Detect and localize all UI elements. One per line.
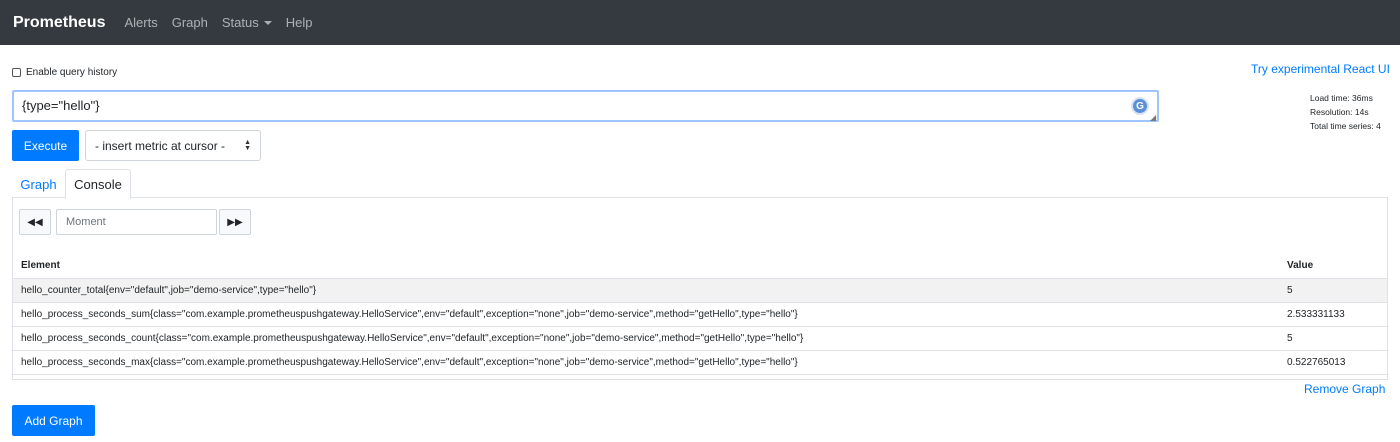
nav-help[interactable]: Help bbox=[286, 15, 313, 30]
table-row: hello_process_seconds_max{class="com.exa… bbox=[13, 350, 1387, 375]
table-row: hello_process_seconds_count{class="com.e… bbox=[13, 326, 1387, 351]
tab-console[interactable]: Console bbox=[65, 169, 131, 199]
row-element: hello_counter_total{env="default",job="d… bbox=[13, 278, 1280, 303]
brand-logo[interactable]: Prometheus bbox=[13, 14, 105, 32]
insert-metric-label: - insert metric at cursor - bbox=[95, 138, 226, 153]
column-element: Element bbox=[13, 253, 1280, 279]
grammarly-icon[interactable]: G bbox=[1131, 97, 1149, 115]
react-ui-link[interactable]: Try experimental React UI bbox=[1251, 62, 1390, 76]
row-value: 2.533331133 bbox=[1280, 302, 1387, 327]
query-history-toggle[interactable]: Enable query history bbox=[12, 67, 117, 78]
nav-alerts[interactable]: Alerts bbox=[124, 15, 157, 30]
row-element: hello_process_seconds_count{class="com.e… bbox=[13, 326, 1280, 351]
insert-metric-select[interactable]: - insert metric at cursor - ▲ ▼ bbox=[85, 130, 261, 161]
moment-forward-button[interactable]: ▶▶ bbox=[219, 209, 251, 235]
query-history-checkbox[interactable] bbox=[12, 68, 21, 77]
total-time-series: Total time series: 4 bbox=[1310, 121, 1381, 131]
table-header-row: Element Value bbox=[13, 253, 1387, 279]
table-row: hello_process_seconds_sum{class="com.exa… bbox=[13, 302, 1387, 327]
add-graph-button[interactable]: Add Graph bbox=[12, 405, 95, 436]
row-value: 0.522765013 bbox=[1280, 350, 1387, 375]
query-history-label: Enable query history bbox=[26, 67, 118, 78]
column-value: Value bbox=[1280, 253, 1387, 279]
nav-graph[interactable]: Graph bbox=[172, 15, 208, 30]
resolution: Resolution: 14s bbox=[1310, 107, 1369, 117]
execute-button[interactable]: Execute bbox=[12, 130, 79, 161]
results-table: Element Value hello_counter_total{env="d… bbox=[13, 253, 1387, 375]
top-navbar: Prometheus Alerts Graph Status Help bbox=[0, 0, 1400, 45]
remove-graph-link[interactable]: Remove Graph bbox=[1304, 382, 1385, 396]
table-row: hello_counter_total{env="default",job="d… bbox=[13, 278, 1387, 303]
query-stats: Load time: 36ms Resolution: 14s Total ti… bbox=[1310, 91, 1381, 133]
tab-graph[interactable]: Graph bbox=[12, 169, 65, 199]
load-time: Load time: 36ms bbox=[1310, 93, 1373, 103]
select-arrows-icon: ▲ ▼ bbox=[244, 139, 251, 152]
console-panel: ◀◀ Moment ▶▶ Element Value hello_counter… bbox=[12, 198, 1388, 380]
nav-status-dropdown[interactable]: Status bbox=[222, 15, 272, 30]
moment-back-button[interactable]: ◀◀ bbox=[19, 209, 51, 235]
fast-backward-icon: ◀◀ bbox=[27, 216, 43, 228]
row-element: hello_process_seconds_sum{class="com.exa… bbox=[13, 302, 1280, 327]
row-element: hello_process_seconds_max{class="com.exa… bbox=[13, 350, 1280, 375]
expression-input[interactable]: {type="hello"} bbox=[12, 90, 1159, 122]
fast-forward-icon: ▶▶ bbox=[227, 216, 243, 228]
row-value: 5 bbox=[1280, 326, 1387, 351]
row-value: 5 bbox=[1280, 278, 1387, 303]
panel-tabs: Graph Console bbox=[12, 169, 1388, 199]
moment-input[interactable]: Moment bbox=[56, 209, 217, 235]
resize-handle-icon[interactable]: ◢ bbox=[1150, 113, 1156, 122]
